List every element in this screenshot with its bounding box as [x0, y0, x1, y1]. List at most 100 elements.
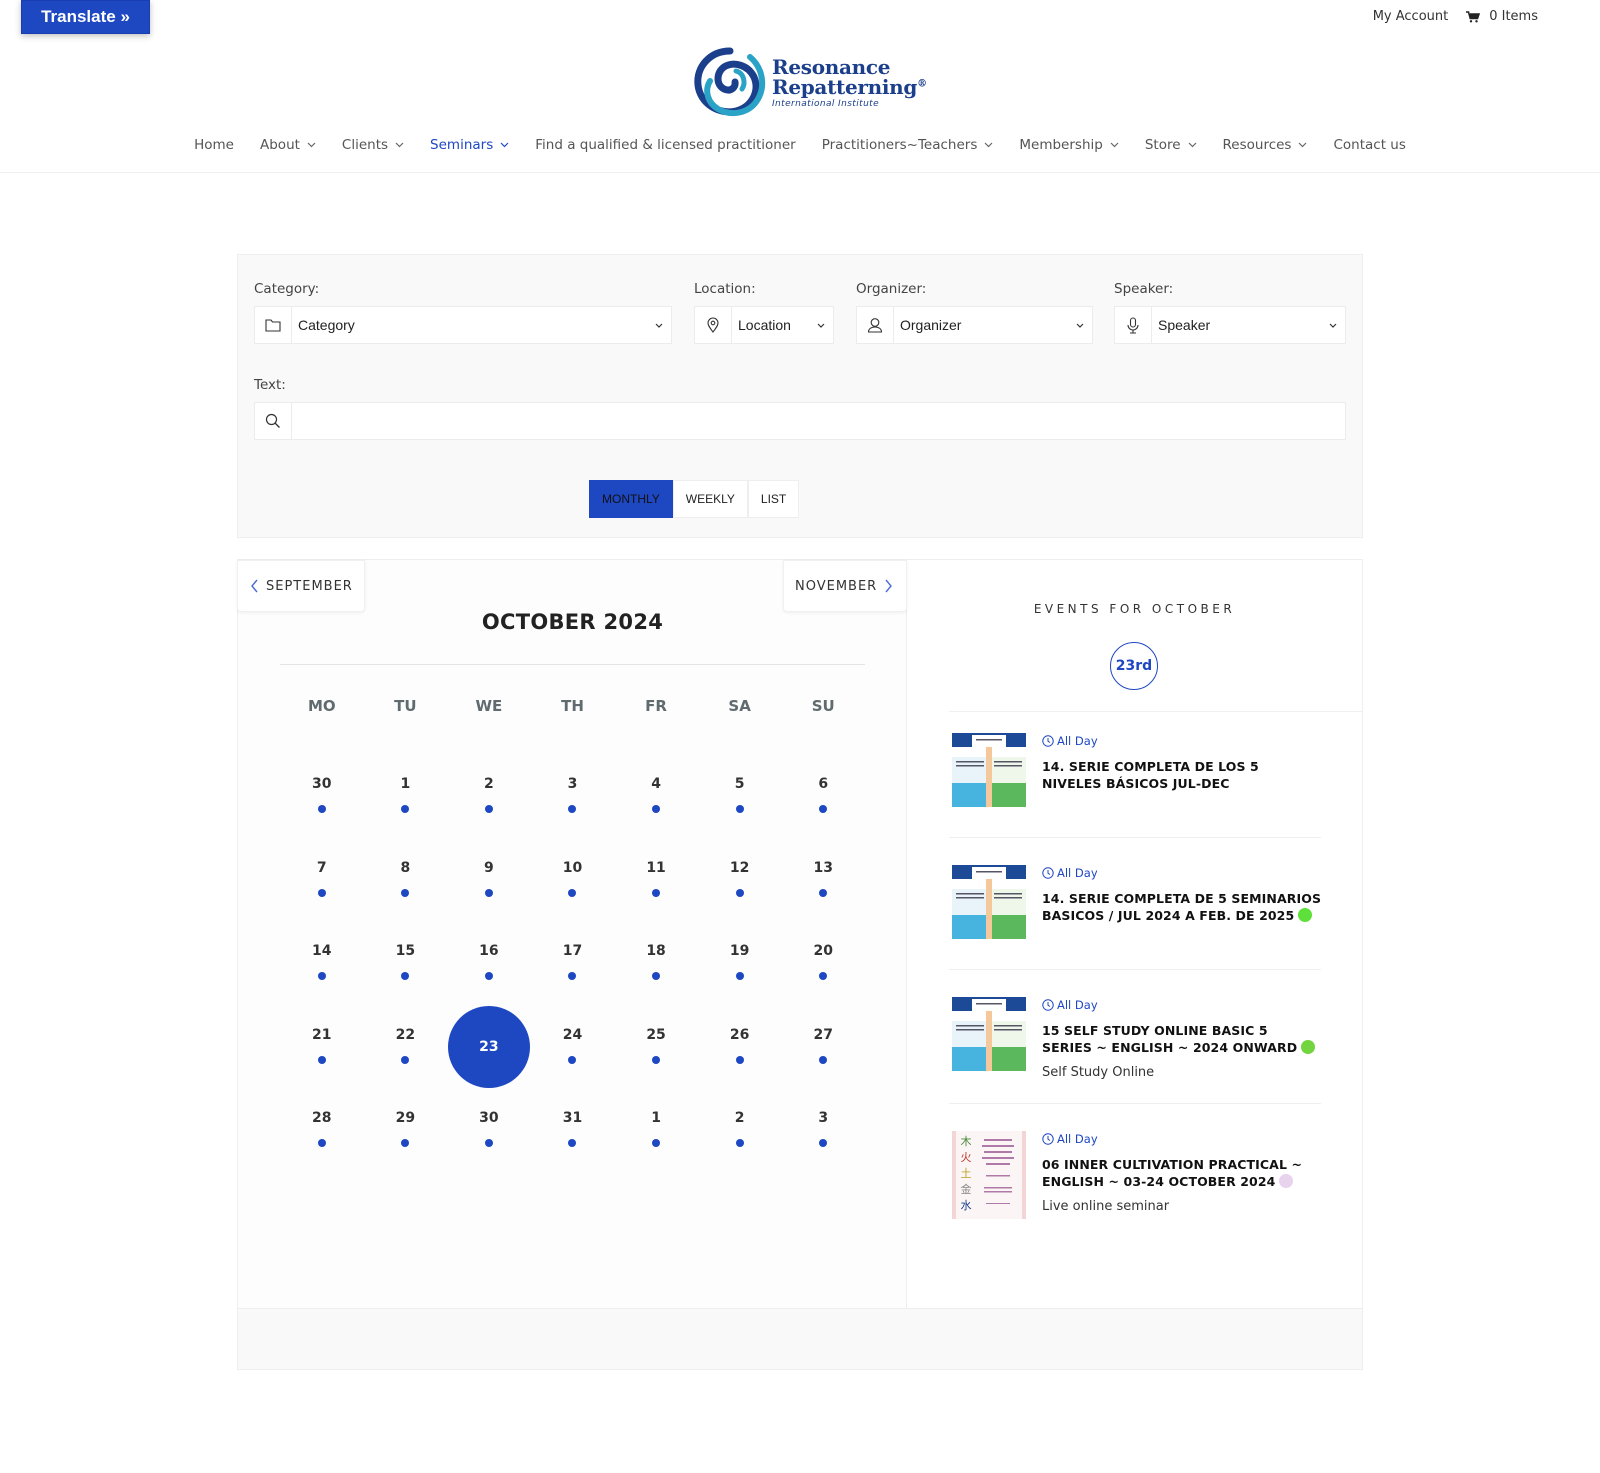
calendar-day[interactable]: 16: [447, 922, 531, 1006]
calendar-day[interactable]: 19: [698, 922, 782, 1006]
nav-item-resources[interactable]: Resources: [1210, 137, 1321, 153]
logo-subtitle: International Institute: [772, 99, 880, 109]
calendar-day[interactable]: 8: [364, 839, 448, 923]
calendar-day[interactable]: 5: [698, 755, 782, 839]
calendar-day[interactable]: 10: [531, 839, 615, 923]
calendar-day[interactable]: 13: [781, 839, 865, 923]
calendar-day[interactable]: 28: [280, 1089, 364, 1173]
calendar-day[interactable]: 21: [280, 1006, 364, 1090]
speaker-select[interactable]: Speaker: [1114, 306, 1346, 344]
calendar-day[interactable]: 11: [614, 839, 698, 923]
calendar-day[interactable]: 17: [531, 922, 615, 1006]
location-select[interactable]: Location: [694, 306, 834, 344]
event-divider: [949, 969, 1321, 970]
event-item[interactable]: All Day 14. SERIE COMPLETA DE 5 SEMINARIO…: [952, 865, 1322, 943]
svg-text:火: 火: [961, 1151, 972, 1164]
event-title[interactable]: 15 SELF STUDY ONLINE BASIC 5 SERIES ~ EN…: [1042, 1023, 1322, 1056]
cart-link[interactable]: 0 Items: [1466, 9, 1538, 24]
calendar-day[interactable]: 30: [280, 755, 364, 839]
calendar-day[interactable]: 29: [364, 1089, 448, 1173]
calendar-day[interactable]: 1: [364, 755, 448, 839]
calendar-footer: [238, 1308, 1362, 1369]
calendar-day[interactable]: 25: [614, 1006, 698, 1090]
nav-item-find-a-qualified-licensed-practitioner[interactable]: Find a qualified & licensed practitioner: [522, 137, 808, 153]
chevron-down-icon: [1068, 323, 1092, 328]
calendar-day[interactable]: 18: [614, 922, 698, 1006]
calendar-day[interactable]: 14: [280, 922, 364, 1006]
next-month-button[interactable]: NOVEMBER: [783, 560, 907, 612]
calendar-day[interactable]: 9: [447, 839, 531, 923]
nav-divider: [0, 172, 1600, 173]
calendar-day[interactable]: 3: [531, 755, 615, 839]
calendar-day[interactable]: 31: [531, 1089, 615, 1173]
cart-count: 0 Items: [1489, 9, 1538, 24]
nav-item-home[interactable]: Home: [181, 137, 247, 153]
calendar-day[interactable]: 1: [614, 1089, 698, 1173]
nav-item-label: Resources: [1222, 137, 1292, 153]
prev-month-button[interactable]: SEPTEMBER: [237, 560, 365, 612]
speaker-select-value: Speaker: [1158, 317, 1211, 333]
nav-item-practitioners-teachers[interactable]: Practitioners~Teachers: [809, 137, 1007, 153]
event-indicator-dot: [735, 1055, 744, 1064]
site-logo[interactable]: Resonance Repatterning® International In…: [692, 45, 927, 121]
text-search-input[interactable]: [292, 403, 1345, 439]
calendar-day[interactable]: 22: [364, 1006, 448, 1090]
chevron-down-icon: [809, 323, 833, 328]
view-tab-weekly[interactable]: WEEKLY: [672, 480, 748, 518]
calendar-day[interactable]: 15: [364, 922, 448, 1006]
calendar-day[interactable]: 3: [781, 1089, 865, 1173]
category-select[interactable]: Category: [254, 306, 672, 344]
book-covers-image[interactable]: [952, 865, 1026, 943]
svg-text:木: 木: [961, 1135, 972, 1148]
nav-item-label: Find a qualified & licensed practitioner: [535, 137, 796, 153]
event-location: Self Study Online: [1042, 1065, 1155, 1080]
event-item[interactable]: All Day 14. SERIE COMPLETA DE LOS 5 NIVEL…: [952, 733, 1322, 811]
registered-mark: ®: [917, 78, 927, 90]
nav-item-membership[interactable]: Membership: [1006, 137, 1131, 153]
nav-item-about[interactable]: About: [247, 137, 329, 153]
event-title[interactable]: 14. SERIE COMPLETA DE LOS 5 NIVELES BÁSI…: [1042, 759, 1322, 792]
event-indicator-dot: [317, 1139, 326, 1148]
calendar-day[interactable]: 7: [280, 839, 364, 923]
calendar-day[interactable]: 12: [698, 839, 782, 923]
nav-item-store[interactable]: Store: [1132, 137, 1210, 153]
event-divider: [949, 837, 1321, 838]
event-indicator-dot: [484, 1139, 493, 1148]
nav-item-label: Store: [1144, 137, 1181, 153]
event-title[interactable]: 14. SERIE COMPLETA DE 5 SEMINARIOS BASIC…: [1042, 891, 1322, 924]
day-number: 31: [562, 1110, 583, 1127]
microphone-icon: [1115, 307, 1152, 343]
calendar-day[interactable]: 6: [781, 755, 865, 839]
view-tab-list[interactable]: LIST: [747, 480, 800, 518]
day-number: 30: [479, 1110, 499, 1127]
nav-item-clients[interactable]: Clients: [329, 137, 417, 153]
calendar-day[interactable]: 2: [447, 755, 531, 839]
calendar-day[interactable]: 30: [447, 1089, 531, 1173]
nav-item-contact-us[interactable]: Contact us: [1320, 137, 1418, 153]
calendar-day[interactable]: 2: [698, 1089, 782, 1173]
inner-cultivation-cover-image[interactable]: 木火土金水: [952, 1131, 1026, 1223]
main-nav: Home About Clients Seminars Find a qualified…: [0, 137, 1600, 153]
book-covers-image[interactable]: [952, 733, 1026, 811]
event-item[interactable]: All Day 15 SELF STUDY ONLINE BASIC 5 SERI…: [952, 997, 1322, 1080]
nav-item-seminars[interactable]: Seminars: [417, 137, 522, 153]
organizer-select[interactable]: Organizer: [856, 306, 1093, 344]
event-title[interactable]: 06 INNER CULTIVATION PRACTICAL ~ ENGLISH…: [1042, 1157, 1322, 1190]
event-indicator-dot: [568, 888, 577, 897]
calendar-day[interactable]: 27: [781, 1006, 865, 1090]
calendar-day[interactable]: 4: [614, 755, 698, 839]
event-indicator-dot: [735, 972, 744, 981]
translate-button[interactable]: Translate »: [21, 0, 150, 34]
event-indicator-dot: [819, 888, 828, 897]
calendar-day[interactable]: 24: [531, 1006, 615, 1090]
view-tab-monthly[interactable]: MONTHLY: [589, 480, 673, 518]
book-covers-image[interactable]: [952, 997, 1026, 1080]
calendar-day[interactable]: 26: [698, 1006, 782, 1090]
day-number: 7: [316, 859, 327, 876]
event-item[interactable]: 木火土金水 All Day 06 INNER CULTIVATION PRACTIC…: [952, 1131, 1322, 1223]
calendar-day[interactable]: 20: [781, 922, 865, 1006]
my-account-link[interactable]: My Account: [1373, 9, 1449, 24]
event-indicator-dot: [401, 972, 410, 981]
user-icon: [857, 307, 894, 343]
calendar-day-selected[interactable]: 23: [447, 1006, 531, 1090]
